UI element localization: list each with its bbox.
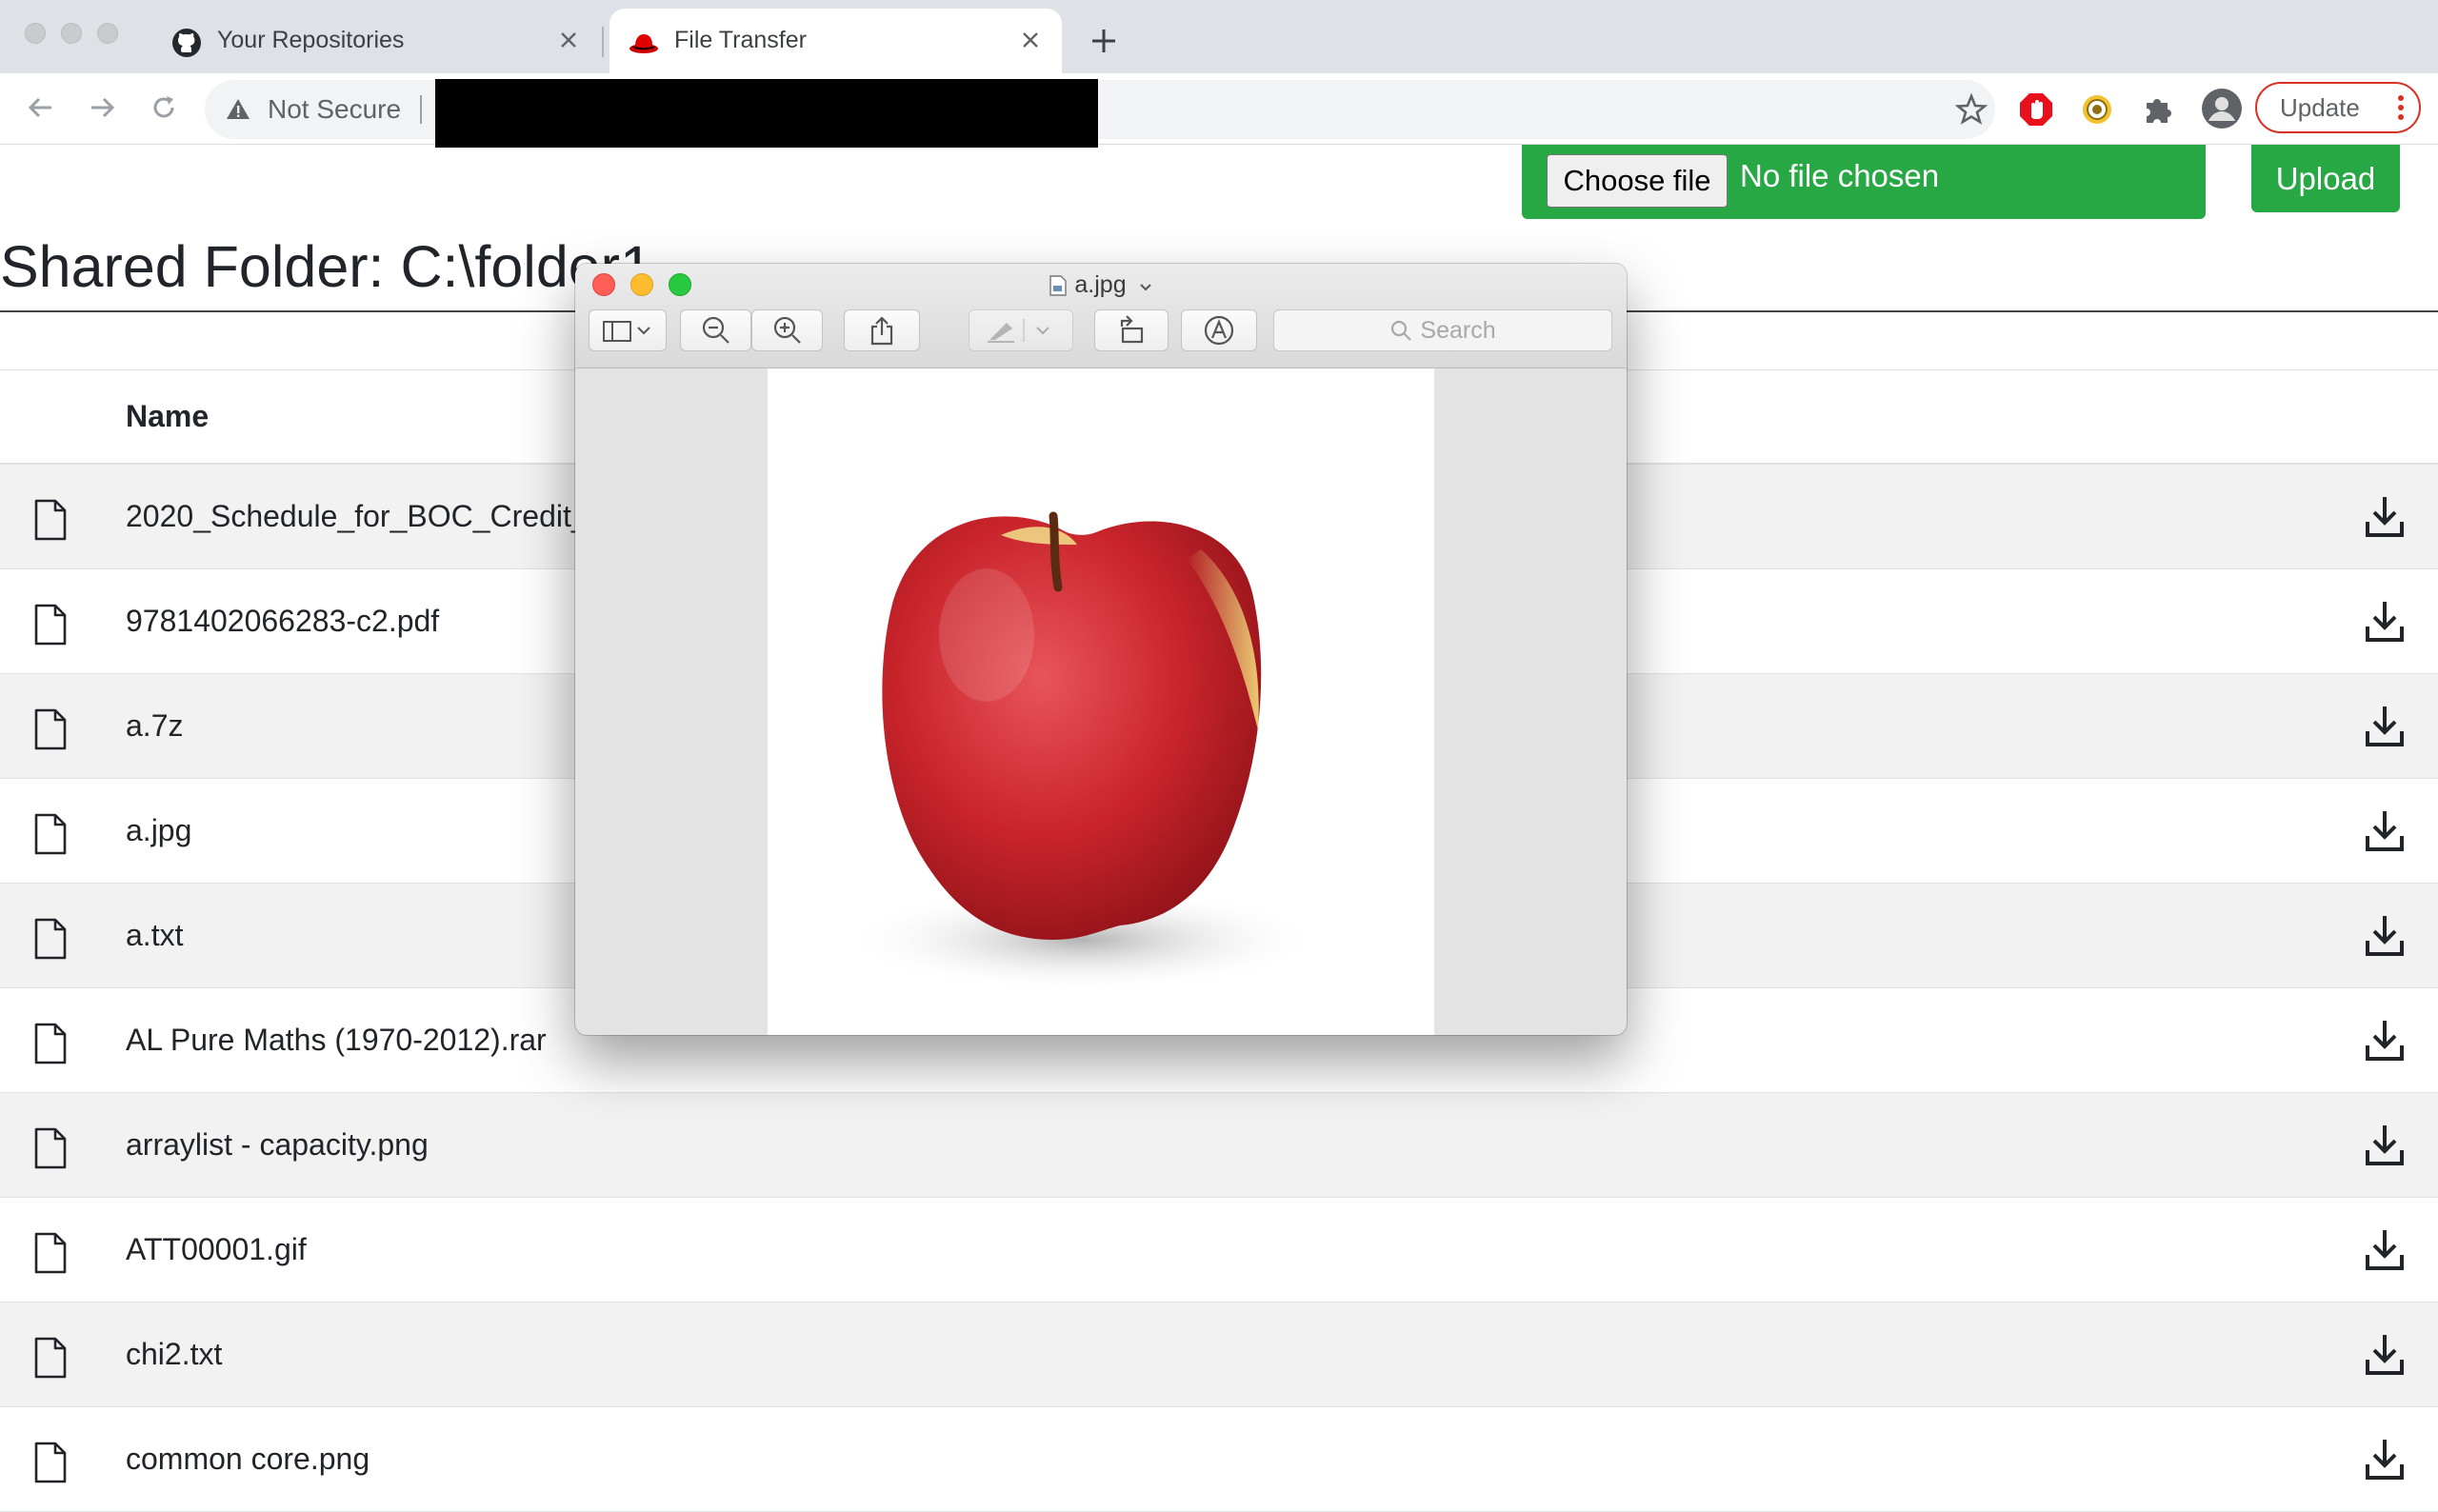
file-icon xyxy=(34,499,67,541)
tab-your-repositories[interactable]: Your Repositories xyxy=(152,9,600,73)
file-name[interactable]: AL Pure Maths (1970-2012).rar xyxy=(126,1023,547,1058)
file-name[interactable]: chi2.txt xyxy=(126,1337,222,1372)
tab-title: File Transfer xyxy=(674,27,807,53)
search-placeholder: Search xyxy=(1420,316,1496,344)
update-label: Update xyxy=(2280,92,2360,122)
preview-title[interactable]: a.jpg xyxy=(575,271,1627,299)
file-icon xyxy=(34,1127,67,1169)
download-icon[interactable] xyxy=(2364,1017,2406,1063)
file-name[interactable]: a.jpg xyxy=(126,813,191,848)
github-icon xyxy=(172,29,201,57)
download-icon[interactable] xyxy=(2364,1122,2406,1167)
download-icon[interactable] xyxy=(2364,1331,2406,1377)
security-indicator[interactable]: Not Secure xyxy=(226,80,401,139)
profile-avatar-icon[interactable] xyxy=(2201,88,2243,129)
bookmark-star-icon[interactable] xyxy=(1955,93,1988,126)
not-secure-label: Not Secure xyxy=(268,94,402,124)
preview-filename: a.jpg xyxy=(1074,271,1127,298)
download-icon[interactable] xyxy=(2364,1226,2406,1272)
download-icon[interactable] xyxy=(2364,807,2406,853)
pen-icon xyxy=(988,319,1049,343)
file-name[interactable]: common core.png xyxy=(126,1442,370,1477)
download-icon[interactable] xyxy=(2364,598,2406,644)
tab-file-transfer[interactable]: File Transfer xyxy=(610,9,1062,73)
file-icon xyxy=(34,604,67,646)
table-row[interactable]: common core.png xyxy=(0,1407,2438,1512)
window-close-button[interactable] xyxy=(25,23,46,44)
preview-window[interactable]: a.jpg Search xyxy=(575,264,1627,1035)
share-icon xyxy=(870,316,893,346)
file-icon xyxy=(34,708,67,750)
sidebar-icon xyxy=(603,321,650,342)
zoom-in-button[interactable] xyxy=(751,309,823,351)
zoom-out-button[interactable] xyxy=(680,309,751,351)
download-icon[interactable] xyxy=(2364,703,2406,748)
forward-arrow-icon[interactable] xyxy=(83,89,121,127)
zoom-out-icon xyxy=(702,316,729,344)
tab-strip: Your Repositories File Transfer xyxy=(0,0,2438,73)
address-separator xyxy=(420,95,422,124)
file-icon xyxy=(34,918,67,960)
no-file-chosen-label: No file chosen xyxy=(1740,158,1940,193)
choose-file-button[interactable]: Choose file xyxy=(1547,154,1728,208)
file-name[interactable]: a.7z xyxy=(126,708,183,744)
zoom-in-icon xyxy=(773,316,801,344)
upload-button[interactable]: Upload xyxy=(2251,145,2400,212)
upload-form: Choose file No file chosen xyxy=(1522,145,2206,219)
new-tab-plus-icon[interactable] xyxy=(1086,23,1122,59)
kebab-menu-icon[interactable] xyxy=(2398,95,2404,120)
download-icon[interactable] xyxy=(2364,493,2406,539)
rotate-icon xyxy=(1120,315,1144,344)
browser-toolbar: Not Secure Update xyxy=(0,73,2438,145)
download-icon[interactable] xyxy=(2364,912,2406,958)
file-name[interactable]: ATT00001.gif xyxy=(126,1232,307,1267)
redacted-url xyxy=(435,79,1098,148)
preview-titlebar[interactable]: a.jpg Search xyxy=(575,264,1627,368)
preview-search-field[interactable]: Search xyxy=(1273,309,1612,351)
table-row[interactable]: chi2.txt xyxy=(0,1303,2438,1407)
markup-pen-button[interactable] xyxy=(969,309,1073,351)
file-icon xyxy=(34,1023,67,1064)
document-icon xyxy=(1049,275,1068,296)
chevron-down-icon xyxy=(1139,284,1151,291)
file-icon xyxy=(34,1442,67,1483)
apple-image xyxy=(844,511,1320,992)
target-extension-icon[interactable] xyxy=(2079,91,2115,128)
tab-close-icon[interactable] xyxy=(552,24,585,56)
table-row[interactable]: ATT00001.gif xyxy=(0,1198,2438,1303)
share-button[interactable] xyxy=(844,309,920,351)
file-icon xyxy=(34,1232,67,1274)
reload-icon[interactable] xyxy=(145,89,183,127)
update-button[interactable]: Update xyxy=(2255,82,2421,133)
file-icon xyxy=(34,813,67,855)
warning-triangle-icon xyxy=(227,99,250,119)
file-name[interactable]: a.txt xyxy=(126,918,183,953)
file-name[interactable]: 9781402066283-c2.pdf xyxy=(126,604,439,639)
tab-separator xyxy=(602,27,604,57)
markup-icon xyxy=(1204,315,1234,346)
window-zoom-button[interactable] xyxy=(97,23,118,44)
table-row[interactable]: arraylist - capacity.png xyxy=(0,1093,2438,1198)
adblock-extension-icon[interactable] xyxy=(2018,91,2054,128)
tab-title: Your Repositories xyxy=(217,27,405,53)
search-icon xyxy=(1391,320,1412,341)
tab-close-icon[interactable] xyxy=(1014,24,1047,56)
preview-image xyxy=(768,368,1434,1035)
file-name[interactable]: arraylist - capacity.png xyxy=(126,1127,429,1163)
file-icon xyxy=(34,1337,67,1379)
sidebar-toggle-button[interactable] xyxy=(589,309,667,351)
back-arrow-icon[interactable] xyxy=(22,89,60,127)
redhat-icon xyxy=(629,34,658,53)
markup-toolbar-button[interactable] xyxy=(1181,309,1257,351)
rotate-button[interactable] xyxy=(1094,309,1169,351)
window-minimize-button[interactable] xyxy=(61,23,82,44)
page-title: Shared Folder: C:\folder1 xyxy=(0,234,652,299)
column-header-name: Name xyxy=(126,399,210,433)
extensions-puzzle-icon[interactable] xyxy=(2141,91,2177,128)
